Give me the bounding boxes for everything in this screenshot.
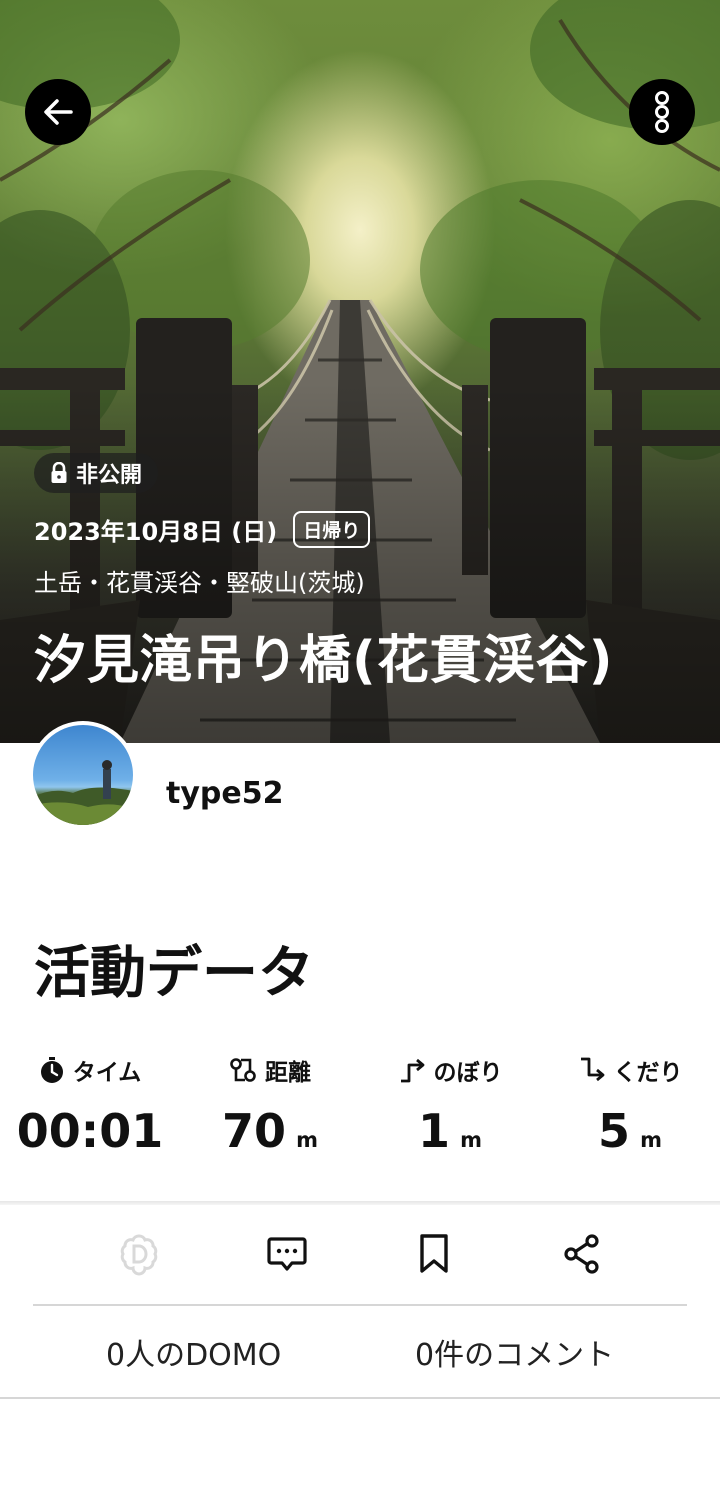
stat-ascent-value: 1 bbox=[418, 1104, 451, 1158]
counts-divider bbox=[0, 1397, 720, 1399]
ascent-icon bbox=[400, 1058, 424, 1083]
stat-time-value: 00:01 bbox=[16, 1104, 164, 1158]
share-button[interactable] bbox=[550, 1222, 614, 1286]
username[interactable]: type52 bbox=[166, 776, 283, 811]
privacy-label: 非公開 bbox=[76, 463, 143, 488]
stat-distance-label: 距離 bbox=[265, 1060, 311, 1086]
stat-descent-label-row: くだり bbox=[578, 1050, 683, 1090]
stat-distance-label-row: 距離 bbox=[229, 1050, 311, 1090]
avatar-photo bbox=[33, 760, 133, 825]
stat-time: タイム 00:01 bbox=[0, 1050, 180, 1158]
action-bar-divider bbox=[33, 1304, 687, 1306]
stat-descent-label: くだり bbox=[613, 1060, 683, 1086]
section-divider bbox=[0, 1201, 720, 1205]
mountain-area[interactable]: 土岳・花貫渓谷・竪破山(茨城) bbox=[34, 563, 365, 598]
reaction-counts: 0人のDOMO 0件のコメント bbox=[0, 1330, 720, 1378]
privacy-badge: 非公開 bbox=[34, 453, 159, 493]
activity-stats: タイム 00:01 距離 70 m のぼり 1 m くだり 5 m bbox=[0, 1050, 720, 1158]
activity-date: 2023年10月8日 (日) bbox=[34, 518, 278, 546]
action-bar bbox=[0, 1222, 720, 1286]
stat-distance-value: 70 bbox=[222, 1104, 287, 1158]
stat-distance-value-row: 70 m bbox=[222, 1104, 318, 1158]
avatar[interactable] bbox=[29, 721, 137, 829]
activity-date-row: 2023年10月8日 (日) 日帰り bbox=[34, 511, 371, 548]
activity-data-heading: 活動データ bbox=[34, 941, 314, 1006]
bookmark-button[interactable] bbox=[402, 1222, 466, 1286]
stat-ascent-label: のぼり bbox=[433, 1060, 503, 1086]
trip-type-tag: 日帰り bbox=[293, 511, 371, 548]
domo-count[interactable]: 0人のDOMO bbox=[106, 1330, 281, 1374]
stat-time-label: タイム bbox=[72, 1060, 142, 1086]
route-icon bbox=[230, 1058, 256, 1082]
stat-ascent: のぼり 1 m bbox=[360, 1050, 540, 1158]
comment-button[interactable] bbox=[255, 1222, 319, 1286]
stat-descent-value-row: 5 m bbox=[598, 1104, 662, 1158]
stat-descent: くだり 5 m bbox=[540, 1050, 720, 1158]
stopwatch-icon bbox=[40, 1057, 63, 1083]
domo-icon bbox=[120, 1234, 158, 1276]
stat-descent-unit: m bbox=[640, 1128, 662, 1152]
stat-ascent-unit: m bbox=[460, 1128, 482, 1152]
stat-distance-unit: m bbox=[296, 1128, 318, 1152]
share-icon bbox=[564, 1234, 599, 1274]
more-options-button[interactable] bbox=[629, 79, 695, 145]
comment-icon bbox=[267, 1237, 307, 1271]
stat-ascent-label-row: のぼり bbox=[398, 1050, 503, 1090]
back-button[interactable] bbox=[25, 79, 91, 145]
domo-button[interactable] bbox=[107, 1222, 171, 1286]
stat-time-label-row: タイム bbox=[39, 1050, 142, 1090]
activity-title: 汐見滝吊り橋(花貫渓谷) bbox=[34, 631, 614, 691]
more-vertical-icon bbox=[655, 91, 669, 133]
bookmark-icon bbox=[420, 1234, 448, 1273]
stat-descent-value: 5 bbox=[598, 1104, 631, 1158]
stat-distance: 距離 70 m bbox=[180, 1050, 360, 1158]
arrow-left-icon bbox=[44, 99, 73, 125]
descent-icon bbox=[580, 1057, 604, 1082]
lock-icon bbox=[51, 462, 67, 483]
stat-time-value-row: 00:01 bbox=[17, 1104, 163, 1158]
comment-count[interactable]: 0件のコメント bbox=[415, 1330, 614, 1374]
stat-ascent-value-row: 1 m bbox=[418, 1104, 482, 1158]
